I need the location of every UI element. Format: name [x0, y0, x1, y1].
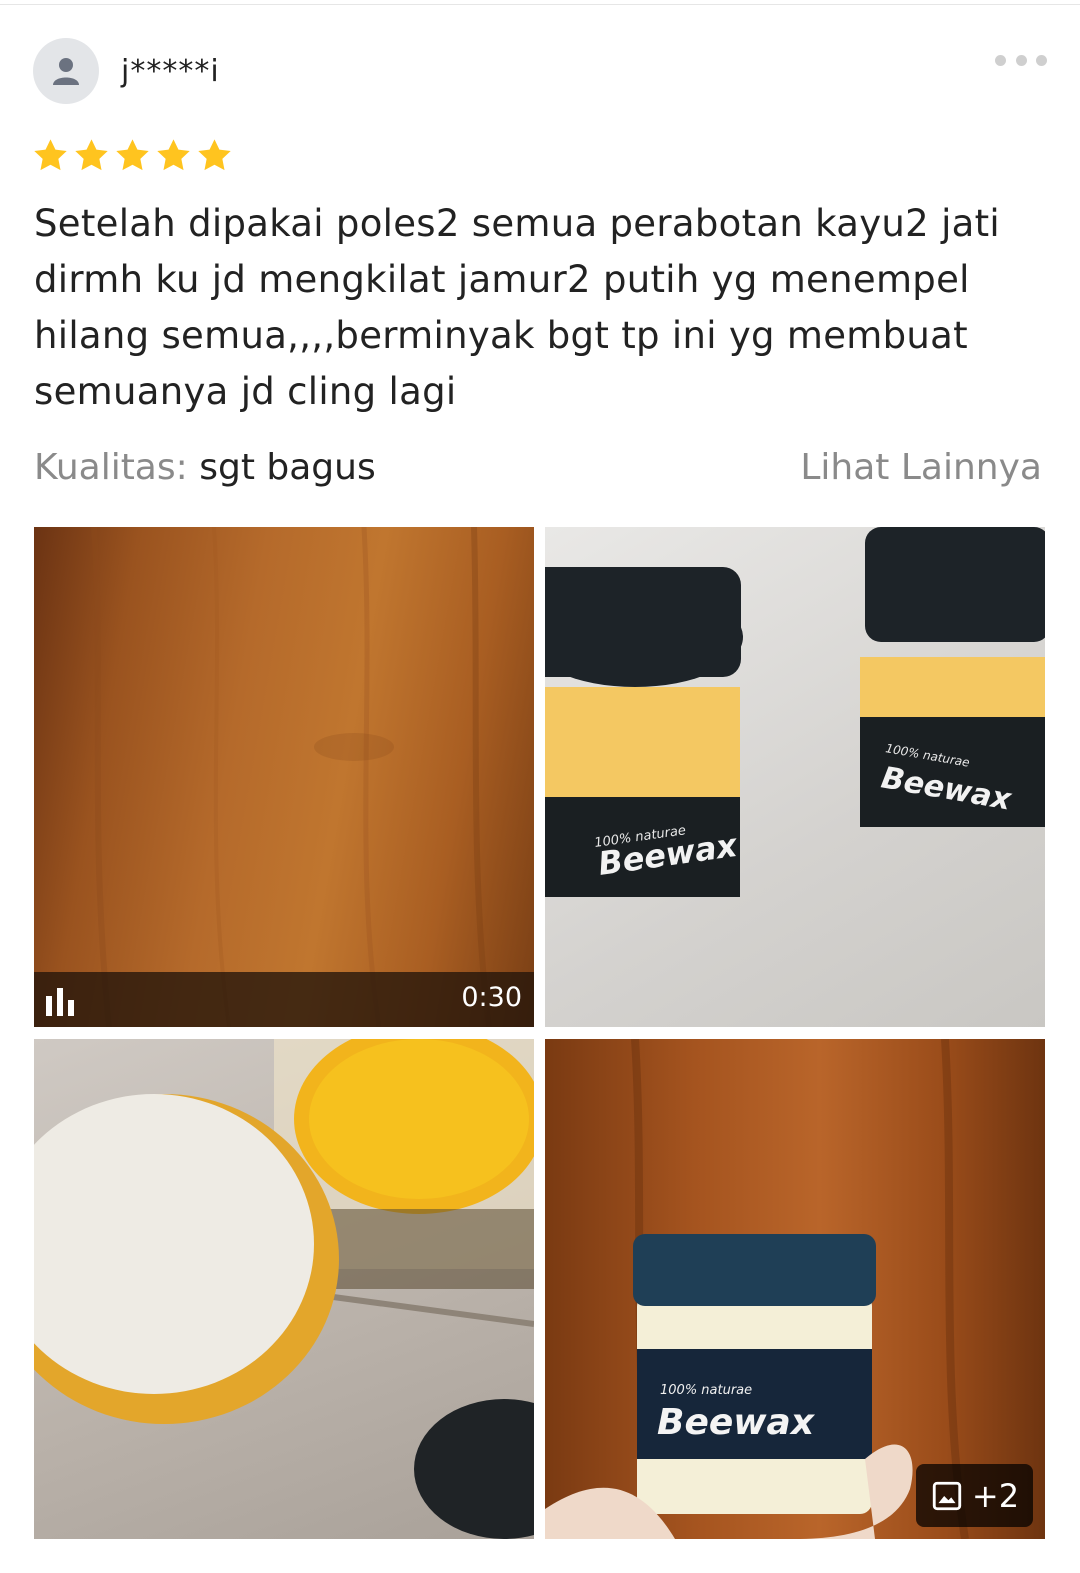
see-more-link[interactable]: Lihat Lainnya — [800, 444, 1042, 492]
quality-attribute: Kualitas: sgt bagus — [34, 444, 376, 492]
more-images-badge[interactable]: +2 — [916, 1464, 1033, 1527]
review-text: Setelah dipakai poles2 semua perabotan k… — [34, 202, 1001, 413]
jar-label-small: 100% naturae — [660, 1383, 752, 1398]
star-icon — [198, 139, 231, 171]
review-photo[interactable] — [34, 1039, 534, 1539]
video-overlay-bar: 0:30 — [34, 972, 534, 1027]
wood-surface-image — [91, 527, 492, 1027]
review-video-thumbnail[interactable]: 0:30 — [34, 527, 534, 1027]
more-images-count: +2 — [971, 1476, 1020, 1515]
review-photo[interactable]: 100% naturae Beewax 100% naturae Beewax — [545, 527, 1045, 1027]
avatar[interactable] — [33, 38, 99, 104]
star-icon — [157, 139, 190, 171]
open-jar-image — [34, 1039, 534, 1539]
review-photo[interactable]: 100% naturae Beewax +2 — [545, 1039, 1045, 1539]
quality-value: sgt bagus — [199, 447, 376, 488]
image-icon — [932, 1481, 962, 1510]
star-icon — [75, 139, 108, 171]
top-divider — [0, 4, 1080, 5]
video-duration: 0:30 — [461, 982, 522, 1013]
username[interactable]: j*****i — [121, 54, 220, 89]
more-dots-icon[interactable] — [995, 50, 1047, 70]
user-icon — [53, 58, 79, 85]
quality-label: Kualitas: — [34, 447, 188, 488]
star-icon — [34, 139, 67, 171]
jar-label-big: Beewax — [657, 1402, 816, 1443]
audio-bars-icon — [46, 988, 74, 1016]
star-icon — [116, 139, 149, 171]
star-rating — [32, 137, 233, 174]
beewax-jars-image: 100% naturae Beewax 100% naturae Beewax — [545, 527, 1045, 897]
